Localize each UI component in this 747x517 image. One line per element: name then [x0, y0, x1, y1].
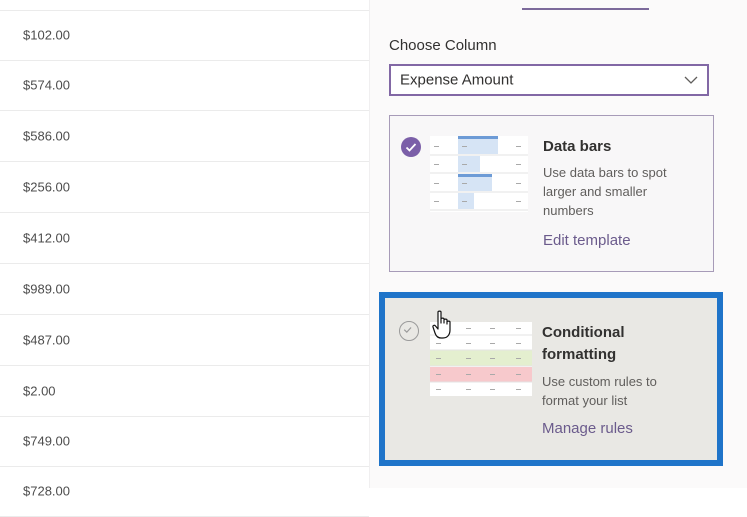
choose-column-label: Choose Column — [389, 37, 497, 54]
amount-cell: $749.00 — [23, 433, 70, 449]
amount-cell: $102.00 — [23, 27, 70, 43]
list-row[interactable]: $574.00 — [0, 60, 369, 111]
tab-selected-indicator — [522, 8, 649, 10]
list-row[interactable]: $586.00 — [0, 111, 369, 162]
list-row[interactable]: $412.00 — [0, 213, 369, 264]
amount-cell: $412.00 — [23, 230, 70, 246]
manage-rules-link[interactable]: Manage rules — [542, 420, 633, 437]
amount-cell: $586.00 — [23, 128, 70, 144]
amount-cell: $574.00 — [23, 77, 70, 93]
amount-cell: $2.00 — [23, 383, 56, 399]
hand-pointer-cursor-icon — [432, 310, 451, 339]
card-description: Use data bars to spot larger and smaller… — [543, 165, 667, 218]
list-row[interactable]: $728.00 — [0, 466, 369, 517]
amount-cell: $989.00 — [23, 281, 70, 297]
list-row[interactable]: $989.00 — [0, 264, 369, 315]
data-bars-preview-icon — [430, 136, 528, 212]
amount-cell: $256.00 — [23, 179, 70, 195]
list-row[interactable]: $2.00 — [0, 366, 369, 417]
row-separator — [0, 0, 369, 11]
chevron-down-icon — [684, 76, 698, 84]
card-description: Use custom rules to format your list — [542, 374, 657, 408]
list-row[interactable]: $102.00 — [0, 10, 369, 61]
dropdown-value: Expense Amount — [400, 71, 514, 89]
amount-cell: $728.00 — [23, 483, 70, 499]
data-bars-card[interactable]: Data bars Use data bars to spot larger a… — [389, 115, 714, 272]
list-row[interactable]: $487.00 — [0, 315, 369, 366]
choose-column-dropdown[interactable]: Expense Amount — [389, 64, 709, 96]
conditional-formatting-card[interactable]: Conditional formatting Use custom rules … — [379, 292, 723, 466]
checkmark-circle-icon — [401, 137, 421, 157]
edit-template-link[interactable]: Edit template — [543, 232, 631, 249]
card-title: Conditional formatting — [542, 324, 625, 363]
list-row[interactable]: $256.00 — [0, 162, 369, 213]
amount-cell: $487.00 — [23, 332, 70, 348]
expense-list: $102.00 $574.00 $586.00 $256.00 $412.00 … — [0, 0, 369, 517]
card-title: Data bars — [543, 138, 612, 155]
list-row[interactable]: $749.00 — [0, 416, 369, 467]
checkmark-circle-icon — [399, 321, 419, 341]
